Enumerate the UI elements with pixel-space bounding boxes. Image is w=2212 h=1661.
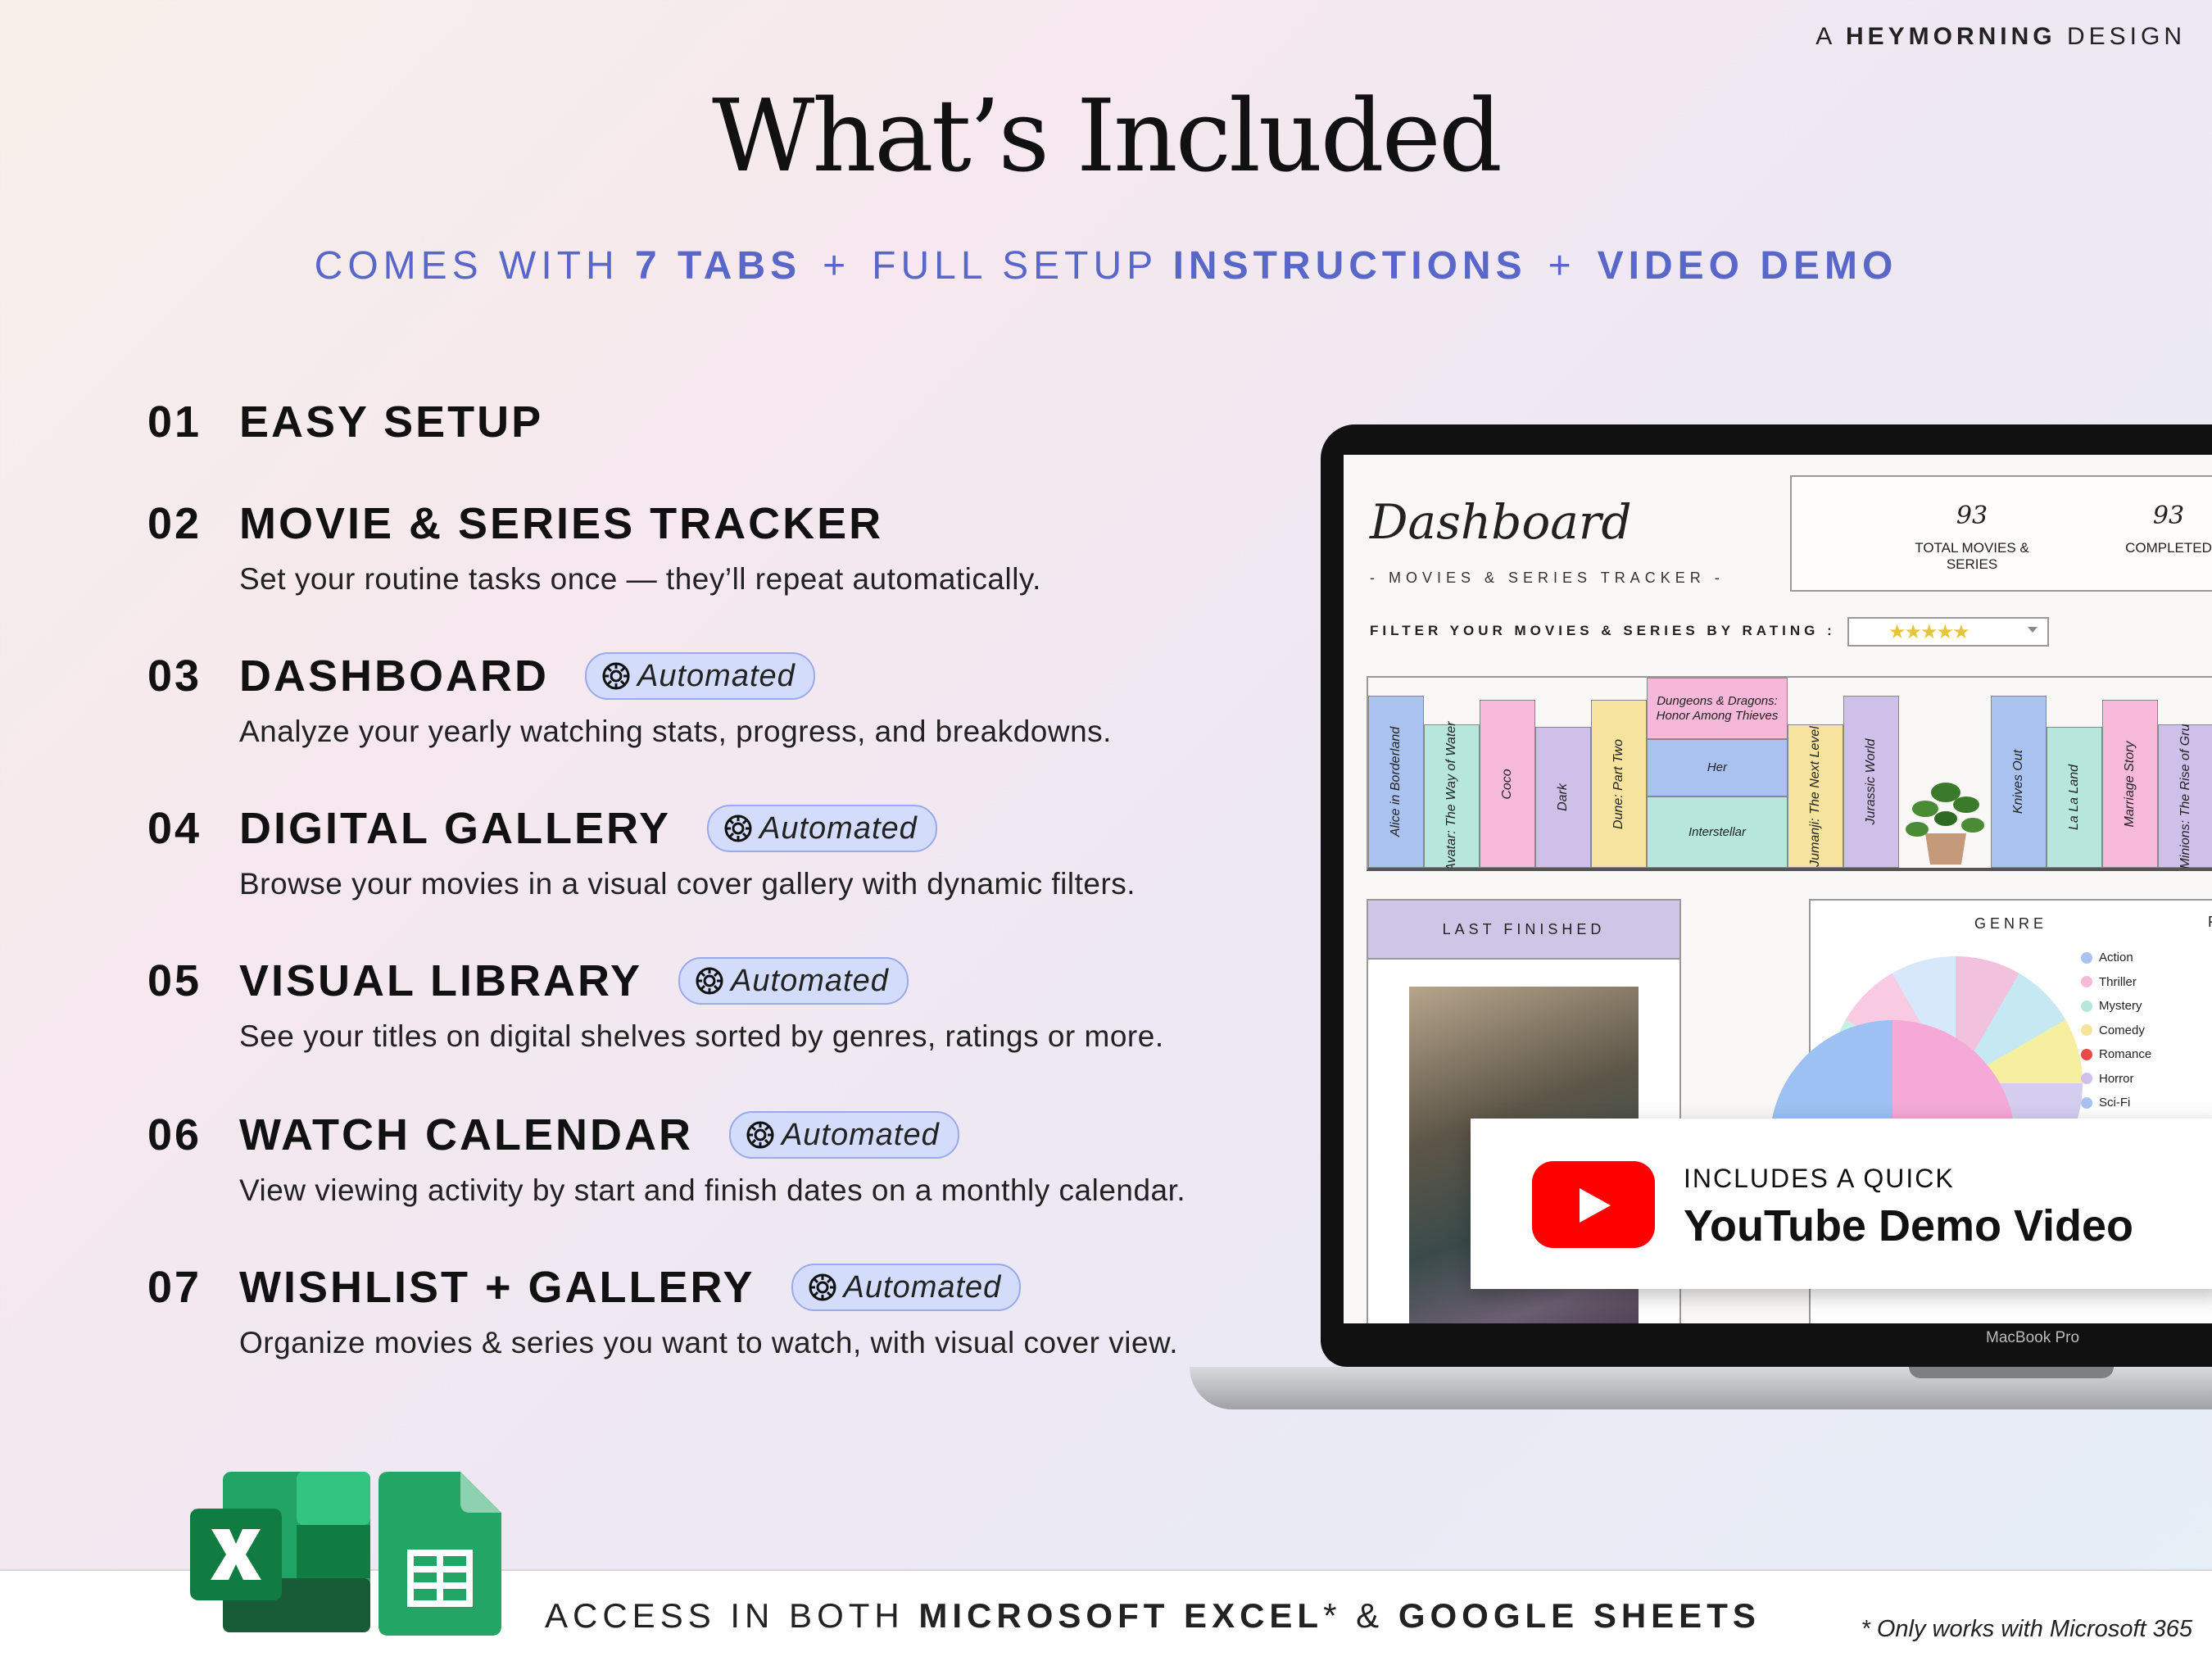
feature-description: Organize movies & series you want to wat…	[239, 1326, 1179, 1359]
automated-badge: Automated	[678, 957, 909, 1005]
gear-icon	[809, 1273, 836, 1301]
youtube-card-kicker: INCLUDES A QUICK	[1684, 1164, 1955, 1193]
stat-total: 93 TOTAL MOVIES & SERIES	[1915, 501, 2029, 572]
genre-heading: GENRE	[1974, 915, 2048, 932]
feature-description: Browse your movies in a visual cover gal…	[239, 867, 1136, 901]
excel-icon	[190, 1472, 370, 1632]
legend-item: Horror	[2081, 1067, 2151, 1091]
automated-badge: Automated	[707, 805, 937, 852]
feature-description: See your titles on digital shelves sorte…	[239, 1019, 1164, 1053]
laptop-notch	[1909, 1367, 2114, 1378]
feature-item-05: 05 VISUAL LIBRARY Automated See your titl…	[147, 956, 1164, 1053]
feature-item-07: 07 WISHLIST + GALLERY Automated Organize …	[147, 1263, 1179, 1359]
legend-item: Romance	[2081, 1042, 2151, 1067]
shelf-book[interactable]: Dark	[1535, 727, 1591, 868]
shelf-book[interactable]: Interstellar	[1647, 796, 1788, 868]
feature-description: Set your routine tasks once — they’ll re…	[239, 562, 1041, 596]
automated-badge: Automated	[585, 652, 815, 700]
shelf-book[interactable]: Knives Out	[1991, 696, 2047, 868]
shelf-book[interactable]: Jurassic World	[1843, 696, 1899, 868]
dashboard-subtitle: - MOVIES & SERIES TRACKER -	[1370, 570, 1725, 586]
book-shelf: Alice in Borderland Avatar: The Way of W…	[1367, 676, 2212, 871]
brand-credit: A HEYMORNING DESIGN	[1815, 23, 2186, 50]
legend-item: Mystery	[2081, 994, 2151, 1019]
legend-item: Action	[2081, 946, 2151, 970]
feature-item-06: 06 WATCH CALENDAR Automated View viewing …	[147, 1110, 1186, 1207]
automated-badge: Automated	[791, 1264, 1022, 1311]
shelf-book[interactable]: Coco	[1480, 700, 1535, 868]
feature-item-04: 04 DIGITAL GALLERY Automated Browse your …	[147, 804, 1136, 901]
chevron-down-icon	[2028, 627, 2037, 633]
google-sheets-icon	[378, 1472, 501, 1636]
last-finished-heading: LAST FINISHED	[1368, 901, 1679, 960]
feature-item-01: 01 EASY SETUP	[147, 397, 544, 447]
platform-access-text: ACCESS IN BOTH MICROSOFT EXCEL* & GOOGLE…	[545, 1596, 1761, 1635]
shelf-book[interactable]: Dune: Part Two	[1591, 700, 1647, 868]
youtube-demo-card[interactable]: INCLUDES A QUICK YouTube Demo Video	[1471, 1119, 2212, 1289]
potted-plant-icon	[1906, 783, 1984, 865]
stats-box: 93 TOTAL MOVIES & SERIES 93 COMPLETED	[1790, 475, 2212, 592]
page-title: What’s Included	[712, 78, 1503, 194]
legend-item: Comedy	[2081, 1019, 2151, 1043]
gear-icon	[602, 662, 630, 690]
rating-filter-select[interactable]: ★★★★★	[1847, 617, 2049, 647]
stat-completed: 93 COMPLETED	[2125, 501, 2212, 556]
laptop-label: MacBook Pro	[1986, 1329, 2080, 1346]
shelf-book[interactable]: Her	[1647, 739, 1788, 796]
right-panel-heading: R	[2208, 914, 2212, 931]
youtube-card-title: YouTube Demo Video	[1684, 1201, 2134, 1250]
gear-icon	[746, 1121, 774, 1149]
feature-description: Analyze your yearly watching stats, prog…	[239, 715, 1112, 748]
shelf-book[interactable]: Marriage Story	[2102, 700, 2158, 868]
rating-filter-label: FILTER YOUR MOVIES & SERIES BY RATING :	[1370, 623, 1836, 638]
legend-item: Thriller	[2081, 970, 2151, 995]
youtube-play-icon[interactable]	[1532, 1161, 1655, 1248]
feature-item-03: 03 DASHBOARD Automated Analyze your yearl…	[147, 651, 1112, 748]
page-subtitle: COMES WITH 7 TABS + FULL SETUP INSTRUCTION…	[314, 244, 1898, 288]
shelf-book[interactable]: Minions: The Rise of Gru	[2158, 724, 2212, 868]
feature-description: View viewing activity by start and finis…	[239, 1173, 1186, 1207]
compatibility-note: * Only works with Microsoft 365	[1861, 1616, 2192, 1642]
dashboard-title: Dashboard	[1370, 494, 1632, 550]
shelf-book[interactable]: La La Land	[2047, 727, 2102, 868]
shelf-book[interactable]: Alice in Borderland	[1368, 696, 1424, 868]
star-rating-icon: ★★★★★	[1888, 621, 1970, 643]
legend-item: Sci-Fi	[2081, 1091, 2151, 1115]
genre-legend: Action Thriller Mystery Comedy Romance H…	[2081, 946, 2151, 1115]
shelf-book[interactable]: Jumanji: The Next Level	[1788, 724, 1843, 868]
shelf-book[interactable]: Avatar: The Way of Water	[1424, 721, 1480, 868]
shelf-book[interactable]: Dungeons & Dragons: Honor Among Thieves	[1647, 678, 1788, 739]
feature-item-02: 02 MOVIE & SERIES TRACKER Set your routin…	[147, 499, 1041, 596]
automated-badge: Automated	[728, 1111, 959, 1159]
gear-icon	[696, 967, 723, 995]
gear-icon	[724, 815, 752, 842]
